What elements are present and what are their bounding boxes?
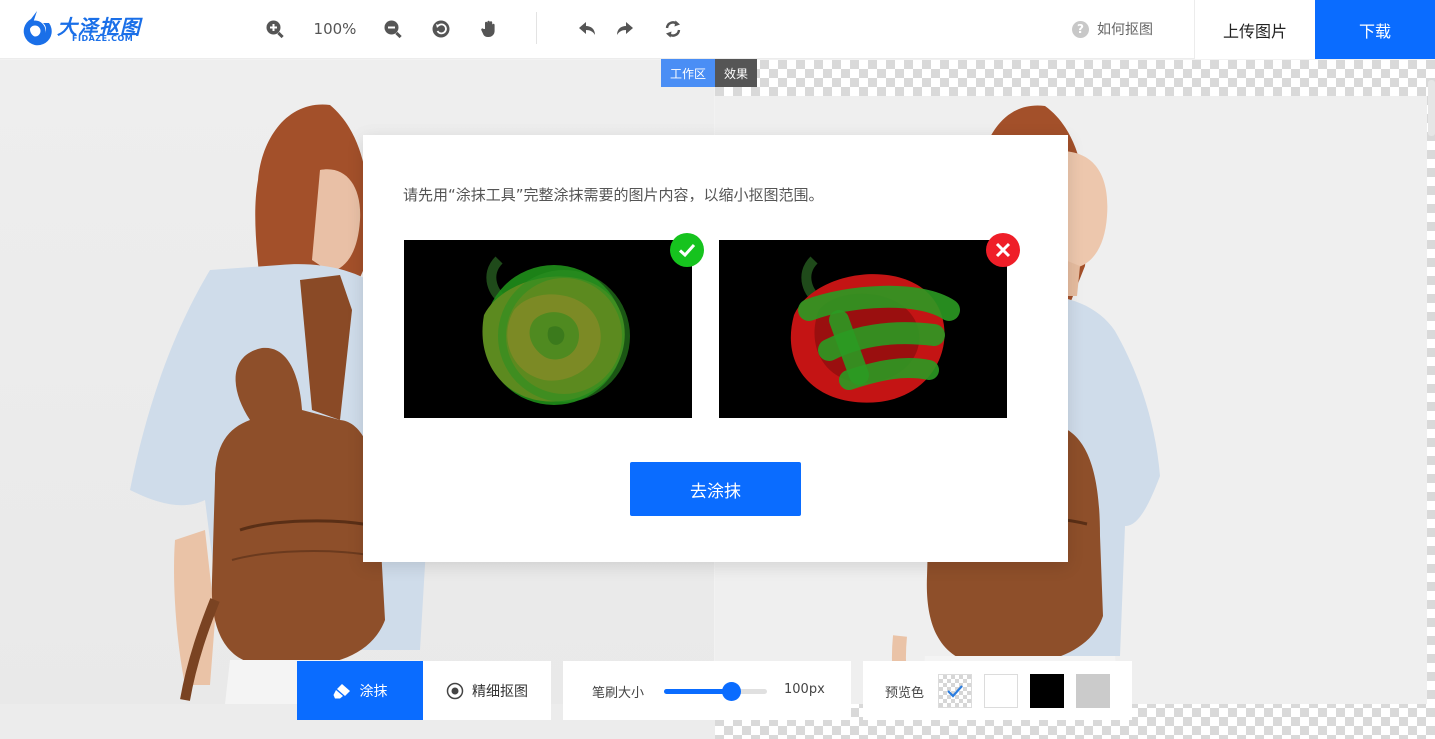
brush-size-fill (664, 689, 731, 694)
restore-button[interactable] (661, 17, 685, 41)
eraser-brush-icon (333, 683, 350, 698)
zoom-out-button[interactable] (381, 17, 405, 41)
side-scroll-handle[interactable] (1428, 80, 1435, 136)
download-button[interactable]: 下载 (1315, 0, 1435, 59)
preview-gray-swatch[interactable] (1076, 674, 1110, 708)
fine-cutout-button[interactable]: 精细抠图 (423, 661, 551, 720)
example-wrong-image (719, 240, 1007, 418)
brush-size-label: 笔刷大小 (592, 686, 645, 701)
zoom-out-icon (384, 20, 402, 39)
tab-workspace[interactable]: 工作区 (661, 59, 715, 87)
hand-icon (481, 20, 495, 37)
undo-button[interactable] (575, 17, 599, 41)
smear-guide-dialog: 请先用“涂抹工具”完整涂抹需要的图片内容，以缩小抠图范围。 去涂抹 (363, 135, 1068, 562)
reset-icon (432, 20, 450, 38)
go-smear-button[interactable]: 去涂抹 (630, 462, 801, 516)
pan-tool-button[interactable] (477, 17, 501, 41)
wrong-cross-icon (986, 233, 1020, 267)
upload-image-button[interactable]: 上传图片 (1194, 0, 1315, 59)
example-correct-image (404, 240, 692, 418)
brush-size-group: 笔刷大小 100px (563, 661, 851, 720)
preview-black-swatch[interactable] (1030, 674, 1064, 708)
zoom-in-icon (266, 20, 284, 39)
brush-size-thumb[interactable] (721, 682, 741, 701)
smear-tool-label: 涂抹 (359, 683, 388, 700)
logo-drop-icon (23, 11, 52, 46)
smear-tool-button[interactable]: 涂抹 (297, 661, 423, 720)
tab-effect[interactable]: 效果 (715, 59, 757, 87)
logo[interactable]: 大泽抠图 FIDAZE.COM (17, 9, 157, 49)
help-label: 如何抠图 (1097, 22, 1153, 38)
correct-check-icon (670, 233, 704, 267)
preview-color-label: 预览色 (885, 686, 925, 701)
zoom-level: 100% (313, 20, 357, 38)
fine-cutout-label: 精细抠图 (472, 683, 528, 700)
zoom-in-button[interactable] (263, 17, 287, 41)
check-icon (947, 685, 963, 698)
preview-transparent-swatch[interactable] (938, 674, 972, 708)
rose-correct-illustration (404, 240, 692, 418)
help-link[interactable]: ? 如何抠图 (1072, 19, 1153, 39)
dialog-instruction: 请先用“涂抹工具”完整涂抹需要的图片内容，以缩小抠图范围。 (403, 186, 824, 204)
redo-button[interactable] (613, 17, 637, 41)
brush-size-value: 100px (784, 682, 825, 697)
question-icon: ? (1072, 20, 1089, 38)
preview-white-swatch[interactable] (984, 674, 1018, 708)
preview-color-group: 预览色 (863, 661, 1132, 720)
toolbar-divider (536, 12, 537, 44)
rose-wrong-illustration (719, 240, 1007, 418)
top-bar: 大泽抠图 FIDAZE.COM 100% ? 如何抠图 上传图片 下载 (0, 0, 1435, 59)
target-icon (446, 682, 464, 699)
reset-view-button[interactable] (429, 17, 453, 41)
brush-size-slider[interactable] (664, 682, 767, 701)
redo-icon (617, 22, 633, 35)
tool-group: 涂抹 精细抠图 (297, 661, 551, 720)
undo-icon (579, 22, 595, 35)
refresh-icon (665, 20, 681, 38)
logo-subtext: FIDAZE.COM (72, 34, 134, 43)
